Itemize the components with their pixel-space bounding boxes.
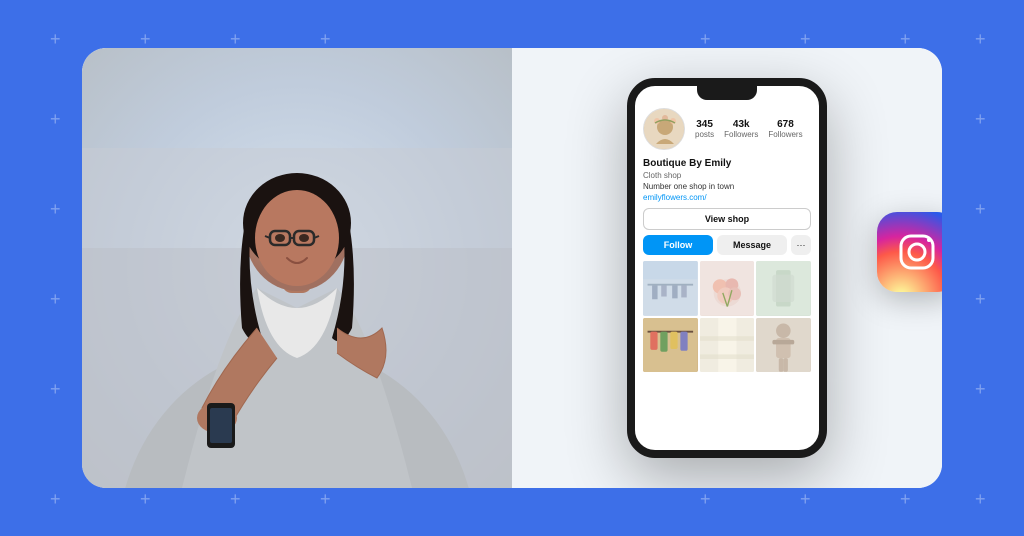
- plus-icon: +: [50, 110, 61, 128]
- following-stat: 678 Followers: [768, 119, 802, 139]
- profile-link[interactable]: emilyflowers.com/: [643, 193, 811, 202]
- following-count: 678: [777, 119, 794, 130]
- plus-icon: +: [230, 490, 241, 508]
- instagram-gradient-bg: [877, 212, 942, 292]
- photo-grid: [643, 261, 811, 372]
- plus-icon: +: [320, 30, 331, 48]
- plus-icon: +: [975, 380, 986, 398]
- main-card: 345 posts 43k Followers 678 Followers: [82, 48, 942, 488]
- stats-row: 345 posts 43k Followers 678 Followers: [695, 119, 811, 139]
- followers-stat: 43k Followers: [724, 119, 758, 139]
- phone-mockup: 345 posts 43k Followers 678 Followers: [627, 78, 827, 458]
- background: + + + + + + + + + + + + + + + + + + + + …: [0, 0, 1024, 536]
- follow-button[interactable]: Follow: [643, 235, 713, 255]
- view-shop-button[interactable]: View shop: [643, 208, 811, 230]
- action-buttons-row: Follow Message ···: [643, 235, 811, 255]
- profile-header-row: 345 posts 43k Followers 678 Followers: [643, 104, 811, 150]
- plus-icon: +: [140, 30, 151, 48]
- plus-icon: +: [50, 30, 61, 48]
- plus-icon: +: [50, 380, 61, 398]
- instagram-icon-inner: [877, 212, 942, 292]
- grid-photo-6[interactable]: [756, 318, 811, 373]
- posts-count: 345: [696, 119, 713, 130]
- plus-icon: +: [140, 490, 151, 508]
- following-label: Followers: [768, 130, 802, 139]
- plus-icon: +: [50, 490, 61, 508]
- plus-icon: +: [900, 490, 911, 508]
- grid-photo-5[interactable]: [700, 318, 755, 373]
- plus-icon: +: [230, 30, 241, 48]
- profile-category: Cloth shop: [643, 171, 811, 180]
- avatar-image: [644, 109, 684, 149]
- phone-area: 345 posts 43k Followers 678 Followers: [512, 48, 942, 488]
- plus-icon: +: [975, 110, 986, 128]
- more-button[interactable]: ···: [791, 235, 811, 255]
- phone-notch: [697, 86, 757, 100]
- followers-count: 43k: [733, 119, 750, 130]
- profile-bio: Number one shop in town: [643, 182, 811, 191]
- profile-name: Boutique By Emily: [643, 158, 811, 169]
- plus-icon: +: [975, 490, 986, 508]
- grid-photo-3[interactable]: [756, 261, 811, 316]
- grid-photo-2[interactable]: [700, 261, 755, 316]
- posts-label: posts: [695, 130, 714, 139]
- plus-icon: +: [900, 30, 911, 48]
- plus-icon: +: [320, 490, 331, 508]
- phone-content: 345 posts 43k Followers 678 Followers: [635, 86, 819, 450]
- instagram-icon-svg: [893, 228, 941, 276]
- plus-icon: +: [50, 290, 61, 308]
- avatar: [643, 108, 685, 150]
- plus-icon: +: [975, 30, 986, 48]
- woman-photo-area: [82, 48, 512, 488]
- woman-illustration: [82, 48, 512, 488]
- plus-icon: +: [700, 490, 711, 508]
- grid-photo-1[interactable]: [643, 261, 698, 316]
- plus-icon: +: [50, 200, 61, 218]
- posts-stat: 345 posts: [695, 119, 714, 139]
- plus-icon: +: [800, 490, 811, 508]
- followers-label: Followers: [724, 130, 758, 139]
- grid-photo-4[interactable]: [643, 318, 698, 373]
- plus-icon: +: [800, 30, 811, 48]
- instagram-logo: [877, 212, 942, 292]
- plus-icon: +: [700, 30, 711, 48]
- plus-icon: +: [975, 290, 986, 308]
- message-button[interactable]: Message: [717, 235, 787, 255]
- plus-icon: +: [975, 200, 986, 218]
